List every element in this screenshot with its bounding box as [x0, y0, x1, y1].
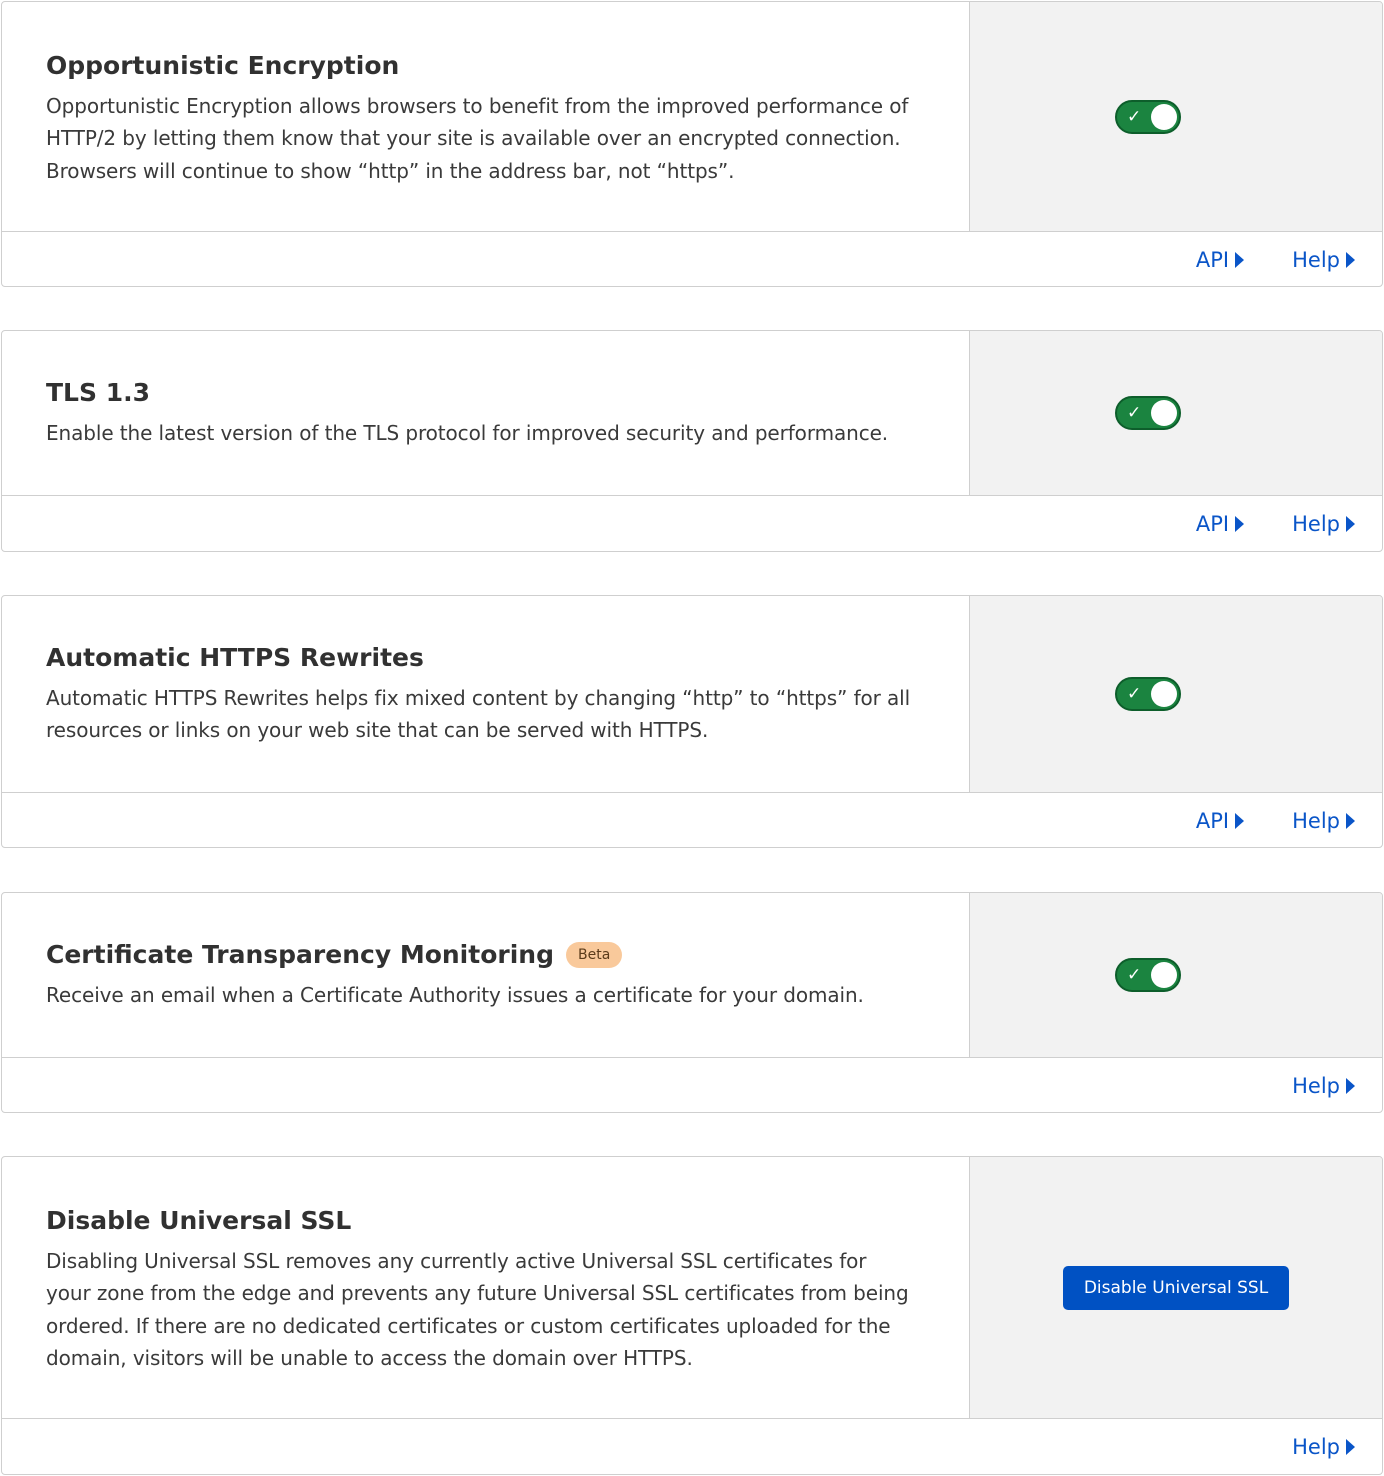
card-title: TLS 1.3: [46, 377, 150, 407]
help-link[interactable]: Help: [1292, 248, 1355, 272]
help-link-label: Help: [1292, 1434, 1340, 1459]
card-title: Automatic HTTPS Rewrites: [46, 642, 424, 672]
card-body: Opportunistic Encryption Opportunistic E…: [2, 2, 1382, 232]
help-link-label: Help: [1292, 808, 1340, 833]
help-link[interactable]: Help: [1292, 1435, 1355, 1459]
help-link[interactable]: Help: [1292, 809, 1355, 833]
api-link-label: API: [1195, 808, 1230, 833]
card-footer: API Help: [2, 496, 1382, 551]
card-content: Disable Universal SSL Disabling Universa…: [2, 1157, 969, 1418]
disable-universal-ssl-button[interactable]: Disable Universal SSL: [1062, 1265, 1290, 1310]
caret-right-icon: [1235, 515, 1245, 532]
card-control-panel: ✓: [969, 331, 1382, 495]
card-content: Certificate Transparency Monitoring Beta…: [2, 893, 969, 1057]
card-footer: Help: [2, 1419, 1382, 1474]
toggle-knob: [1151, 400, 1177, 426]
check-icon: ✓: [1127, 684, 1142, 704]
card-description: Disabling Universal SSL removes any curr…: [46, 1248, 909, 1371]
api-link[interactable]: API: [1195, 808, 1245, 833]
caret-right-icon: [1346, 812, 1355, 829]
check-icon: ✓: [1127, 965, 1142, 985]
certificate-transparency-toggle[interactable]: ✓: [1115, 958, 1181, 992]
card-control-panel: ✓: [969, 2, 1382, 231]
help-link[interactable]: Help: [1292, 512, 1355, 536]
card-title: Opportunistic Encryption: [46, 50, 400, 80]
card-description: Automatic HTTPS Rewrites helps fix mixed…: [46, 685, 911, 743]
card-title: Disable Universal SSL: [46, 1205, 352, 1235]
help-link-label: Help: [1292, 1073, 1340, 1098]
help-link-label: Help: [1292, 247, 1340, 272]
api-link[interactable]: API: [1195, 511, 1245, 536]
caret-right-icon: [1235, 251, 1245, 268]
card-content: Automatic HTTPS Rewrites Automatic HTTPS…: [2, 596, 969, 792]
card-body: TLS 1.3 Enable the latest version of the…: [2, 331, 1382, 496]
check-icon: ✓: [1127, 403, 1142, 423]
card-description: Enable the latest version of the TLS pro…: [46, 420, 889, 445]
api-link-label: API: [1195, 511, 1230, 536]
card-control-panel: Disable Universal SSL: [969, 1157, 1382, 1418]
card-body: Certificate Transparency Monitoring Beta…: [2, 893, 1382, 1058]
beta-badge: Beta: [565, 941, 623, 968]
card-description: Receive an email when a Certificate Auth…: [46, 982, 864, 1007]
disable-universal-ssl-card: Disable Universal SSL Disabling Universa…: [1, 1156, 1383, 1475]
card-control-panel: ✓: [969, 596, 1382, 792]
card-description: Opportunistic Encryption allows browsers…: [46, 93, 909, 183]
toggle-knob: [1151, 962, 1177, 988]
tls-1-3-card: TLS 1.3 Enable the latest version of the…: [1, 330, 1383, 552]
certificate-transparency-card: Certificate Transparency Monitoring Beta…: [1, 892, 1383, 1113]
card-footer: Help: [2, 1058, 1382, 1112]
card-title-text: Certificate Transparency Monitoring: [46, 939, 554, 969]
opportunistic-encryption-toggle[interactable]: ✓: [1115, 99, 1181, 134]
card-title: Certificate Transparency Monitoring Beta: [46, 939, 925, 971]
check-icon: ✓: [1127, 106, 1142, 127]
caret-right-icon: [1346, 251, 1355, 268]
caret-right-icon: [1235, 812, 1245, 829]
help-link-label: Help: [1292, 511, 1340, 536]
card-control-panel: ✓: [969, 893, 1382, 1057]
toggle-knob: [1151, 681, 1177, 707]
automatic-https-rewrites-card: Automatic HTTPS Rewrites Automatic HTTPS…: [1, 595, 1383, 848]
caret-right-icon: [1346, 1077, 1355, 1094]
card-footer: API Help: [2, 232, 1382, 286]
caret-right-icon: [1346, 515, 1355, 532]
card-body: Disable Universal SSL Disabling Universa…: [2, 1157, 1382, 1419]
automatic-https-rewrites-toggle[interactable]: ✓: [1115, 677, 1181, 711]
card-footer: API Help: [2, 793, 1382, 847]
card-content: Opportunistic Encryption Opportunistic E…: [2, 2, 969, 231]
tls-1-3-toggle[interactable]: ✓: [1115, 396, 1181, 430]
card-body: Automatic HTTPS Rewrites Automatic HTTPS…: [2, 596, 1382, 793]
api-link[interactable]: API: [1195, 247, 1245, 272]
card-content: TLS 1.3 Enable the latest version of the…: [2, 331, 969, 495]
help-link[interactable]: Help: [1292, 1074, 1355, 1098]
toggle-knob: [1151, 103, 1177, 130]
opportunistic-encryption-card: Opportunistic Encryption Opportunistic E…: [1, 1, 1383, 287]
api-link-label: API: [1195, 247, 1230, 272]
caret-right-icon: [1346, 1438, 1355, 1455]
